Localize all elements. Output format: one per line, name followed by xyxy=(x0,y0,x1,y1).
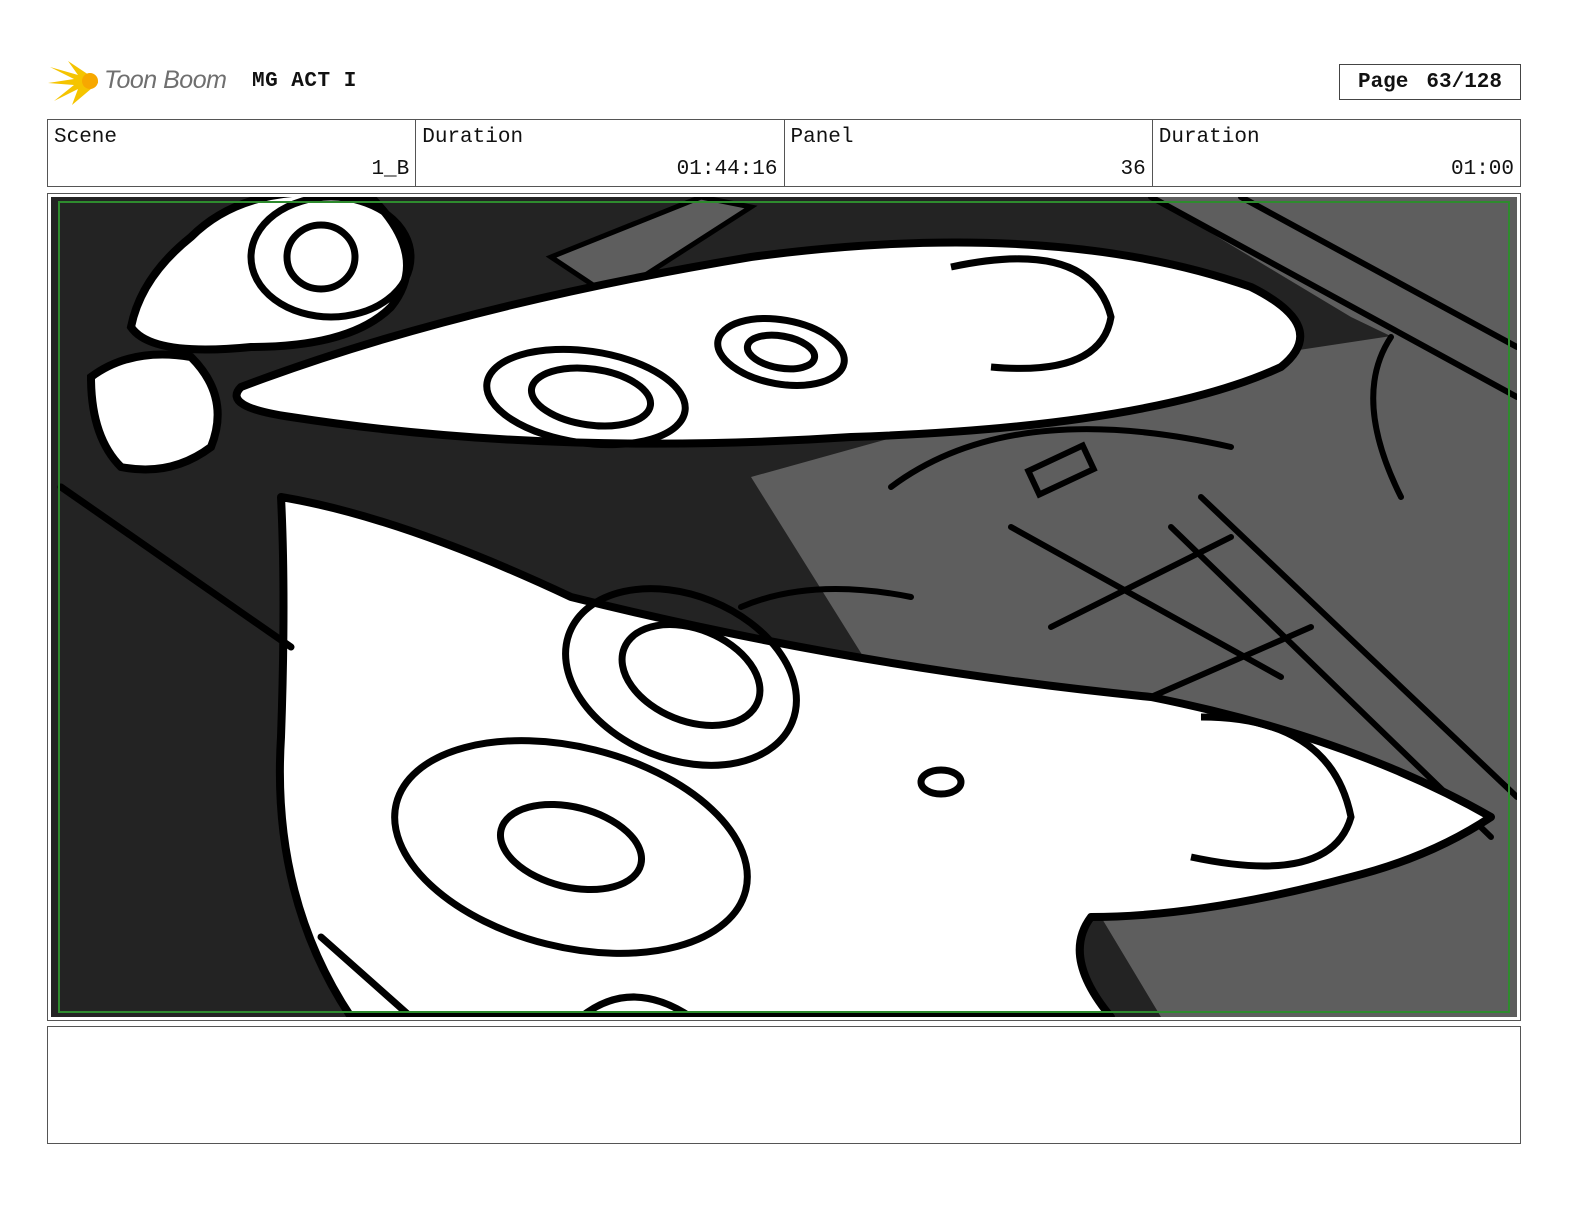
panel-duration-label: Duration xyxy=(1158,126,1260,149)
storyboard-panel xyxy=(47,193,1521,1021)
page-label: Page xyxy=(1357,70,1409,94)
scene-cell: Scene 1_B xyxy=(48,120,417,186)
panel-duration-value: 01:00 xyxy=(1450,158,1514,181)
toon-boom-logo: Toon Boom xyxy=(48,55,248,107)
scene-duration-cell: Duration 01:44:16 xyxy=(416,120,785,186)
panel-drawing xyxy=(51,197,1517,1017)
brand-name: Toon Boom xyxy=(104,66,227,94)
panel-value: 36 xyxy=(1120,158,1146,181)
page-header: Toon Boom MG ACT I Page 63/128 xyxy=(48,55,1521,107)
panel-info-row: Scene 1_B Duration 01:44:16 Panel 36 Dur… xyxy=(47,119,1521,187)
panel-cell: Panel 36 xyxy=(785,120,1153,186)
sketch-illustration xyxy=(57,197,1517,1017)
project-title: MG ACT I xyxy=(252,70,357,93)
panel-duration-cell: Duration 01:00 xyxy=(1153,120,1520,186)
panel-label: Panel xyxy=(790,126,854,149)
page-number: 63/128 xyxy=(1426,70,1503,94)
scene-label: Scene xyxy=(54,126,118,149)
scene-duration-value: 01:44:16 xyxy=(676,158,778,181)
page-indicator: Page 63/128 xyxy=(1339,64,1521,100)
scene-value: 1_B xyxy=(371,158,410,181)
panel-notes xyxy=(47,1026,1521,1144)
starburst-logo-icon xyxy=(48,61,98,105)
scene-duration-label: Duration xyxy=(422,126,524,149)
